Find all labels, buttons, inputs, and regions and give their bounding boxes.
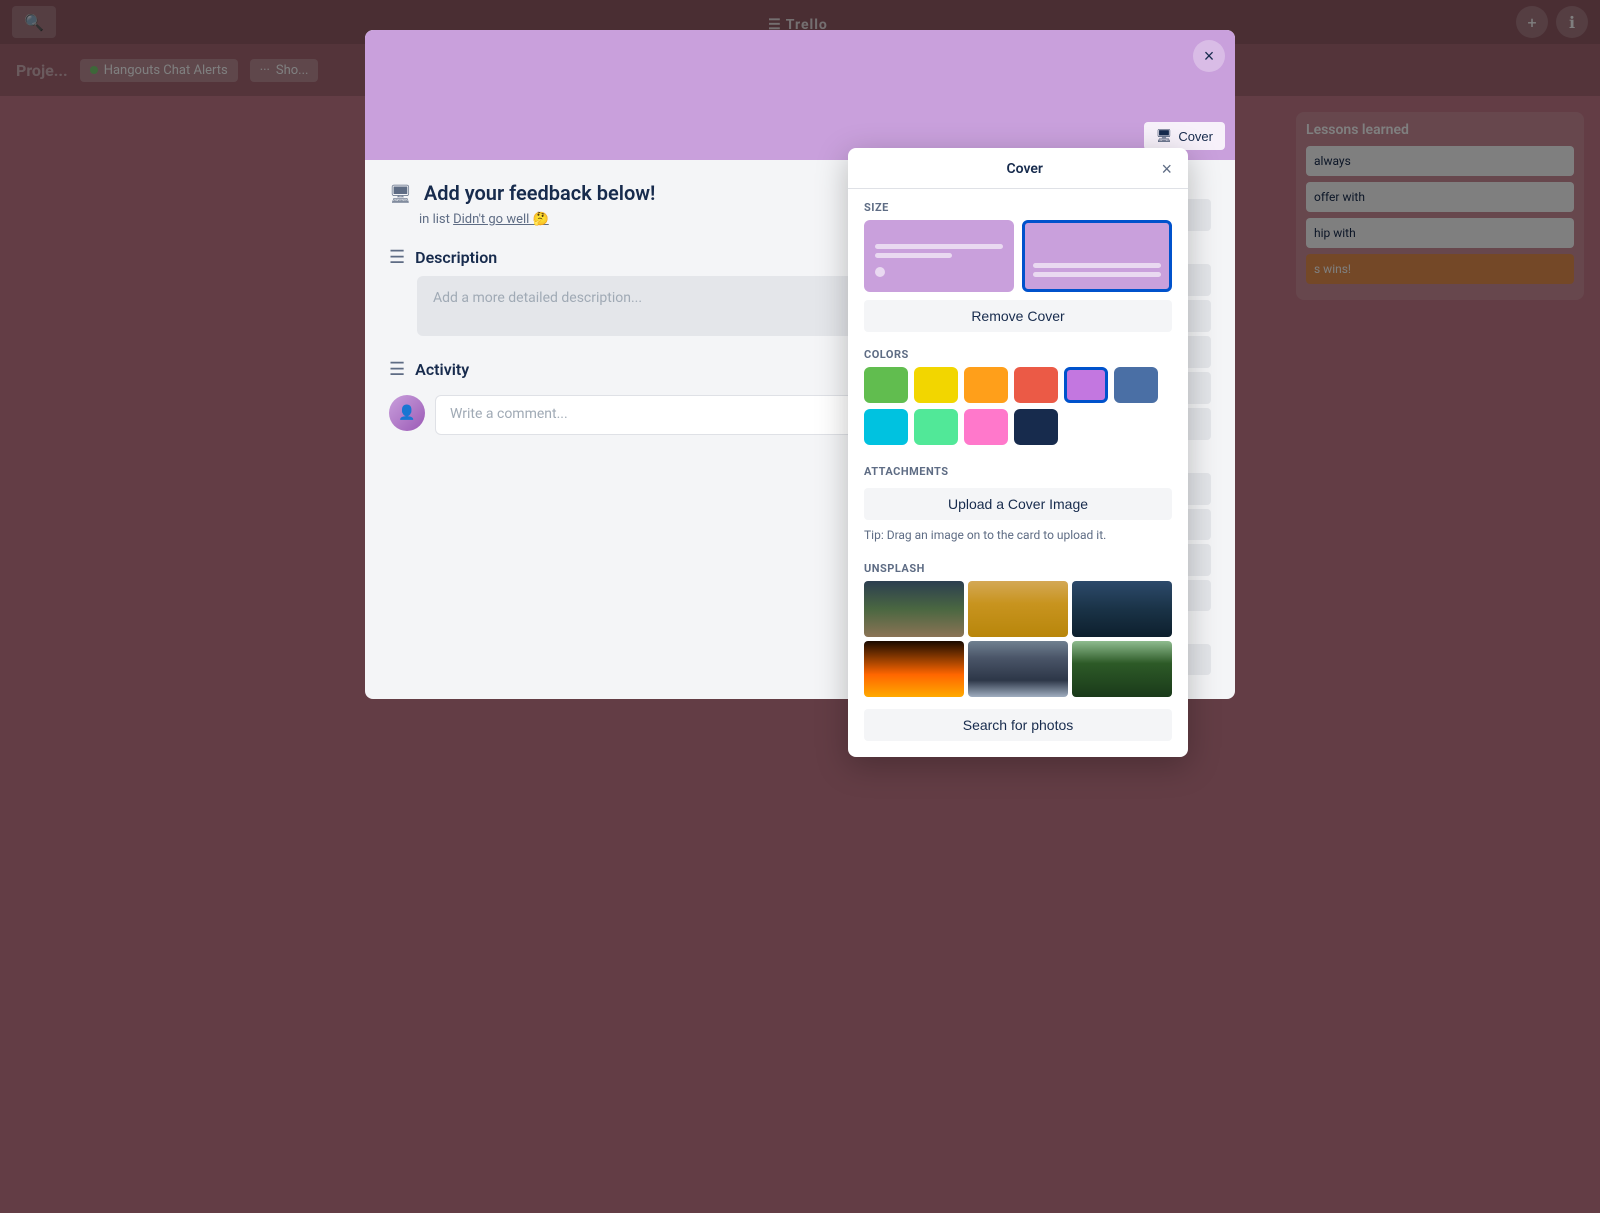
color-pink[interactable]: [964, 409, 1008, 445]
size-line-full-1: [1033, 263, 1161, 268]
color-cyan[interactable]: [864, 409, 908, 445]
size-option-full[interactable]: [1022, 220, 1172, 292]
cover-panel: Cover × SIZE Remove Cover COLO: [848, 148, 1188, 757]
cover-panel-header: Cover ×: [848, 148, 1188, 189]
unsplash-image-3[interactable]: [1072, 581, 1172, 637]
tip-text: Tip: Drag an image on to the card to upl…: [848, 524, 1188, 550]
color-orange[interactable]: [964, 367, 1008, 403]
unsplash-grid: [848, 581, 1188, 705]
remove-cover-button[interactable]: Remove Cover: [864, 300, 1172, 332]
colors-section-label: COLORS: [848, 336, 1188, 367]
size-line-full-2: [1033, 272, 1161, 277]
modal-overlay: 🖥 Cover × 🖥 Add your feedback below! in …: [0, 0, 1600, 1213]
activity-icon: ☰: [389, 359, 405, 380]
colors-grid: [848, 367, 1188, 453]
cover-panel-close-button[interactable]: ×: [1161, 160, 1172, 178]
attachments-section-label: ATTACHMENTS: [848, 453, 1188, 484]
unsplash-image-5[interactable]: [968, 641, 1068, 697]
card-title: Add your feedback below!: [424, 180, 656, 206]
size-options: [848, 220, 1188, 300]
size-section-label: SIZE: [848, 189, 1188, 220]
size-dot: [875, 267, 885, 277]
cover-icon: 🖥: [1156, 128, 1173, 144]
upload-cover-button[interactable]: Upload a Cover Image: [864, 488, 1172, 520]
description-icon: ☰: [389, 247, 405, 268]
modal-close-button[interactable]: ×: [1193, 40, 1225, 72]
user-avatar: 👤: [389, 395, 425, 431]
color-steel-blue[interactable]: [1114, 367, 1158, 403]
color-green[interactable]: [864, 367, 908, 403]
color-dark-navy[interactable]: [1014, 409, 1058, 445]
size-line-1: [875, 244, 1003, 249]
unsplash-image-6[interactable]: [1072, 641, 1172, 697]
unsplash-image-2[interactable]: [968, 581, 1068, 637]
card-title-icon: 🖥: [389, 184, 412, 205]
unsplash-image-1[interactable]: [864, 581, 964, 637]
unsplash-image-4[interactable]: [864, 641, 964, 697]
size-line-2: [875, 253, 952, 258]
activity-title-row: ☰ Activity: [389, 359, 469, 380]
card-list-link[interactable]: Didn't go well 🤔: [453, 212, 549, 227]
cover-panel-title: Cover: [888, 161, 1161, 177]
cover-button[interactable]: 🖥 Cover: [1144, 122, 1225, 150]
search-photos-button[interactable]: Search for photos: [864, 709, 1172, 741]
size-option-small[interactable]: [864, 220, 1014, 292]
color-purple[interactable]: [1064, 367, 1108, 403]
color-mint[interactable]: [914, 409, 958, 445]
color-red[interactable]: [1014, 367, 1058, 403]
unsplash-section-label: UNSPLASH: [848, 550, 1188, 581]
color-yellow[interactable]: [914, 367, 958, 403]
card-cover: 🖥 Cover ×: [365, 30, 1235, 160]
